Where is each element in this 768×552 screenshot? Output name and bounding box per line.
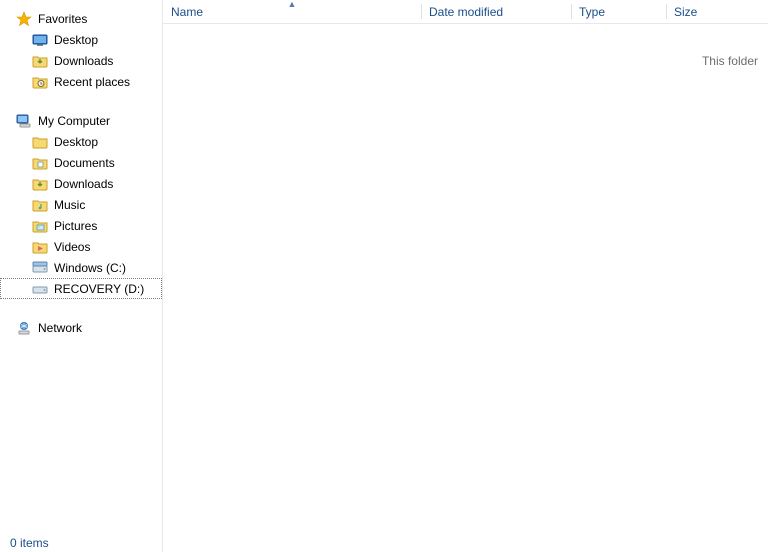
tree-item-downloads[interactable]: Downloads bbox=[0, 50, 162, 71]
column-label: Size bbox=[674, 5, 697, 19]
tree-item-drive-d[interactable]: RECOVERY (D:) bbox=[0, 278, 162, 299]
tree-item-desktop-2[interactable]: Desktop bbox=[0, 131, 162, 152]
status-text: 0 items bbox=[10, 536, 49, 550]
column-type[interactable]: Type bbox=[571, 0, 666, 23]
column-size[interactable]: Size bbox=[666, 0, 751, 23]
tree-item-label: Videos bbox=[54, 240, 90, 254]
tree-header-label: My Computer bbox=[38, 114, 110, 128]
tree-item-recent[interactable]: Recent places bbox=[0, 71, 162, 92]
folder-icon bbox=[32, 134, 48, 150]
folder-video-icon bbox=[32, 239, 48, 255]
column-label: Name bbox=[171, 5, 203, 19]
tree-item-label: Downloads bbox=[54, 54, 113, 68]
file-list[interactable]: This folder bbox=[163, 24, 768, 552]
tree-header-favorites[interactable]: Favorites bbox=[0, 8, 162, 29]
desktop-icon bbox=[32, 32, 48, 48]
empty-hint: This folder bbox=[702, 54, 758, 68]
tree-item-label: Music bbox=[54, 198, 85, 212]
folder-picture-icon bbox=[32, 218, 48, 234]
tree-item-downloads-2[interactable]: Downloads bbox=[0, 173, 162, 194]
tree-header-label: Favorites bbox=[38, 12, 87, 26]
column-label: Date modified bbox=[429, 5, 503, 19]
tree-group-favorites: Favorites Desktop Downloads Recent place… bbox=[0, 8, 162, 92]
tree-group-computer: My Computer Desktop Documents Downloads bbox=[0, 110, 162, 299]
column-headers: ▲ Name Date modified Type Size bbox=[163, 0, 768, 24]
tree-item-label: Windows (C:) bbox=[54, 261, 126, 275]
tree-item-videos[interactable]: Videos bbox=[0, 236, 162, 257]
sort-asc-icon: ▲ bbox=[288, 0, 297, 9]
star-icon bbox=[16, 11, 32, 27]
tree-item-label: Documents bbox=[54, 156, 115, 170]
network-icon bbox=[16, 320, 32, 336]
drive-icon bbox=[32, 281, 48, 297]
tree-item-label: RECOVERY (D:) bbox=[54, 282, 144, 296]
folder-download-icon bbox=[32, 176, 48, 192]
tree-item-drive-c[interactable]: Windows (C:) bbox=[0, 257, 162, 278]
tree-item-label: Desktop bbox=[54, 135, 98, 149]
folder-download-icon bbox=[32, 53, 48, 69]
tree-item-pictures[interactable]: Pictures bbox=[0, 215, 162, 236]
status-bar: 0 items bbox=[10, 536, 49, 550]
tree-item-documents[interactable]: Documents bbox=[0, 152, 162, 173]
computer-icon bbox=[16, 113, 32, 129]
tree-item-label: Downloads bbox=[54, 177, 113, 191]
tree-item-label: Recent places bbox=[54, 75, 130, 89]
folder-music-icon bbox=[32, 197, 48, 213]
main-pane: ▲ Name Date modified Type Size This fold… bbox=[163, 0, 768, 552]
tree-header-label: Network bbox=[38, 321, 82, 335]
tree-group-network: Network bbox=[0, 317, 162, 338]
tree-header-computer[interactable]: My Computer bbox=[0, 110, 162, 131]
column-label: Type bbox=[579, 5, 605, 19]
column-name[interactable]: ▲ Name bbox=[163, 0, 421, 23]
column-date[interactable]: Date modified bbox=[421, 0, 571, 23]
recent-icon bbox=[32, 74, 48, 90]
tree-item-desktop[interactable]: Desktop bbox=[0, 29, 162, 50]
tree-item-label: Desktop bbox=[54, 33, 98, 47]
folder-doc-icon bbox=[32, 155, 48, 171]
tree-item-label: Pictures bbox=[54, 219, 97, 233]
tree-item-music[interactable]: Music bbox=[0, 194, 162, 215]
drive-icon bbox=[32, 260, 48, 276]
tree-header-network[interactable]: Network bbox=[0, 317, 162, 338]
nav-tree: Favorites Desktop Downloads Recent place… bbox=[0, 0, 163, 552]
